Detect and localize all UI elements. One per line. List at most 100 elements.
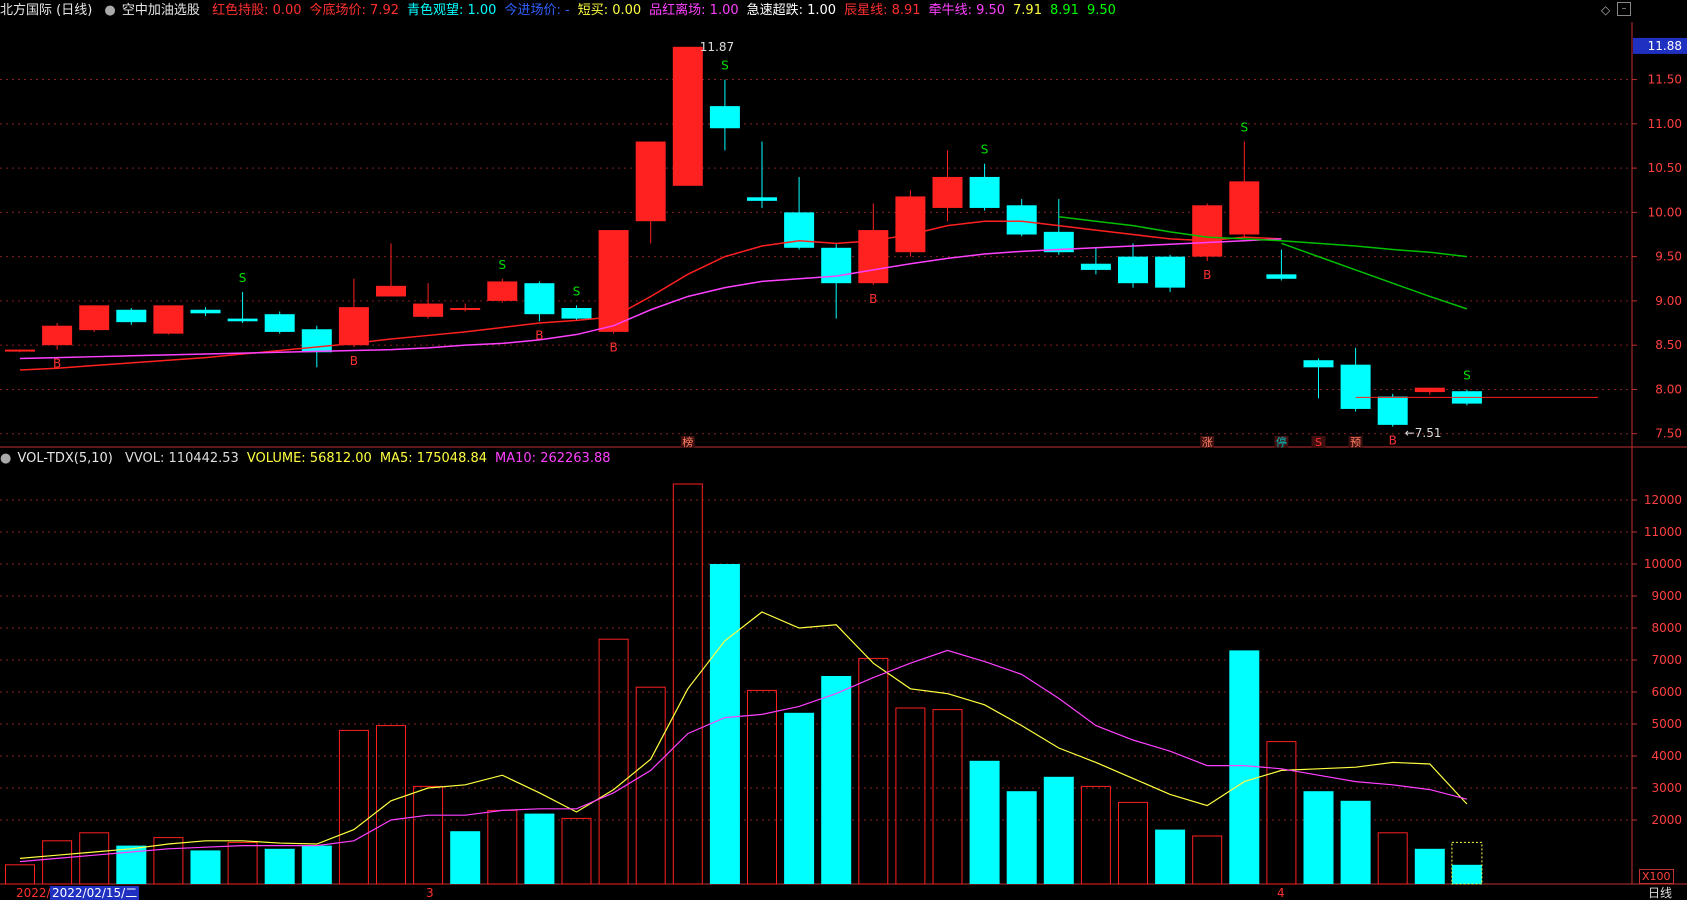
volume-bar-up — [561, 817, 592, 885]
volume-bar-down — [709, 564, 740, 884]
volume-tick-label: 6000 — [1651, 685, 1682, 699]
volume-bar-up — [932, 709, 963, 885]
volume-bar-up — [1266, 741, 1297, 885]
volume-chart — [5, 483, 1483, 885]
volume-bar-down — [1155, 829, 1186, 884]
volume-bar-down — [821, 676, 852, 884]
price-tick-label: 8.50 — [1655, 338, 1682, 352]
event-tag: 涨 — [1202, 436, 1213, 449]
volume-bar-down — [450, 831, 481, 884]
volume-bar-down — [1414, 848, 1445, 884]
volume-tick-label: 10000 — [1644, 557, 1682, 571]
volume-tick-label: 3000 — [1651, 781, 1682, 795]
volume-bar-down — [1451, 864, 1482, 884]
price-tick-label: 11.00 — [1648, 117, 1682, 131]
volume-bar-up — [747, 689, 777, 885]
candle-down — [1377, 396, 1408, 425]
volume-tick-label: 2000 — [1651, 813, 1682, 827]
volume-bar-up — [227, 841, 258, 885]
candle-down — [1155, 256, 1186, 288]
volume-bar-down — [1006, 791, 1037, 884]
candle-down — [1266, 274, 1297, 279]
volume-bar-down — [1043, 776, 1074, 884]
candle-up — [450, 307, 481, 310]
signal-s: S — [573, 284, 581, 298]
volume-tick-label: 9000 — [1651, 589, 1682, 603]
stock-chart[interactable]: BSBSBSBSBSBSBS 8.008.509.009.5010.0010.5… — [0, 0, 1687, 900]
volume-bar-up — [635, 686, 666, 885]
candle-down — [116, 309, 147, 323]
month-label-3: 3 — [426, 886, 434, 900]
event-tag: S — [1315, 436, 1322, 449]
event-tag: 停 — [1276, 435, 1287, 449]
signal-s: S — [1463, 368, 1471, 382]
low-marker: ←7.51 — [1405, 426, 1442, 440]
candle-down — [190, 309, 221, 314]
signal-b: B — [869, 292, 877, 306]
price-tick-label: 10.50 — [1648, 161, 1682, 175]
signal-b: B — [350, 354, 358, 368]
volume-bar-down — [190, 850, 221, 884]
volume-tick-label: 12000 — [1644, 493, 1682, 507]
signal-b: B — [1389, 434, 1397, 448]
event-tag: 榜 — [682, 435, 693, 449]
candle-down — [301, 329, 332, 353]
volume-bar-up — [79, 832, 110, 885]
volume-bar-down — [301, 845, 332, 884]
candle-down — [709, 106, 740, 129]
volume-bar-up — [672, 483, 703, 885]
candle-up — [338, 307, 369, 346]
high-marker: 11.87 — [700, 40, 734, 54]
candle-up — [376, 285, 406, 297]
price-tick-label: 11.50 — [1648, 73, 1682, 87]
candle-up — [487, 281, 518, 301]
signal-s: S — [721, 59, 729, 73]
candle-up — [895, 196, 926, 253]
volume-bar-up — [5, 864, 35, 885]
candle-down — [1080, 263, 1111, 270]
candle-up — [42, 325, 73, 346]
volume-bar-up — [42, 840, 73, 885]
candle-up — [153, 305, 184, 334]
signal-s: S — [498, 258, 506, 272]
volume-unit: X100 — [1639, 869, 1674, 884]
volume-tick-label: 4000 — [1651, 749, 1682, 763]
price-tick-label: 9.50 — [1655, 250, 1682, 264]
volume-tick-label: 7000 — [1651, 653, 1682, 667]
volume-bar-down — [1340, 800, 1371, 884]
date-bar: 2022/0 2022/02/15/二 3 4 日线 — [0, 886, 1687, 900]
candle-down — [747, 197, 777, 201]
candle-down — [969, 176, 1000, 208]
ma-red-line — [19, 220, 1282, 371]
candle-down — [227, 318, 258, 322]
candle-down — [561, 307, 592, 319]
signal-s: S — [239, 271, 247, 285]
candle-up — [79, 305, 110, 331]
candle-up — [672, 46, 703, 186]
candle-up — [858, 230, 889, 284]
event-tag: 预 — [1350, 436, 1361, 449]
volume-bar-down — [1303, 791, 1334, 884]
candle-up — [635, 141, 666, 222]
candle-down — [1303, 360, 1334, 368]
volume-bar-down — [1229, 650, 1260, 884]
candle-down — [821, 247, 852, 284]
date-cursor[interactable]: 2022/02/15/二 — [50, 886, 140, 900]
candle-up — [932, 176, 963, 208]
candle-up — [413, 303, 444, 317]
volume-bar-up — [338, 729, 369, 885]
volume-bar-up — [895, 707, 926, 885]
signal-b: B — [609, 341, 617, 355]
volume-bar-down — [524, 813, 555, 884]
volume-bar-down — [969, 760, 1000, 884]
current-price-label: 11.88 — [1648, 39, 1682, 53]
volume-tick-label: 5000 — [1651, 717, 1682, 731]
ma-green-line — [1058, 216, 1467, 258]
candle-down — [1340, 364, 1371, 409]
volume-bar-up — [1377, 832, 1408, 885]
candle-up — [1414, 387, 1445, 393]
candle-up — [5, 349, 35, 352]
period-label[interactable]: 日线 — [1648, 886, 1672, 900]
volume-bar-up — [1080, 785, 1111, 885]
volume-bar-up — [376, 725, 406, 885]
